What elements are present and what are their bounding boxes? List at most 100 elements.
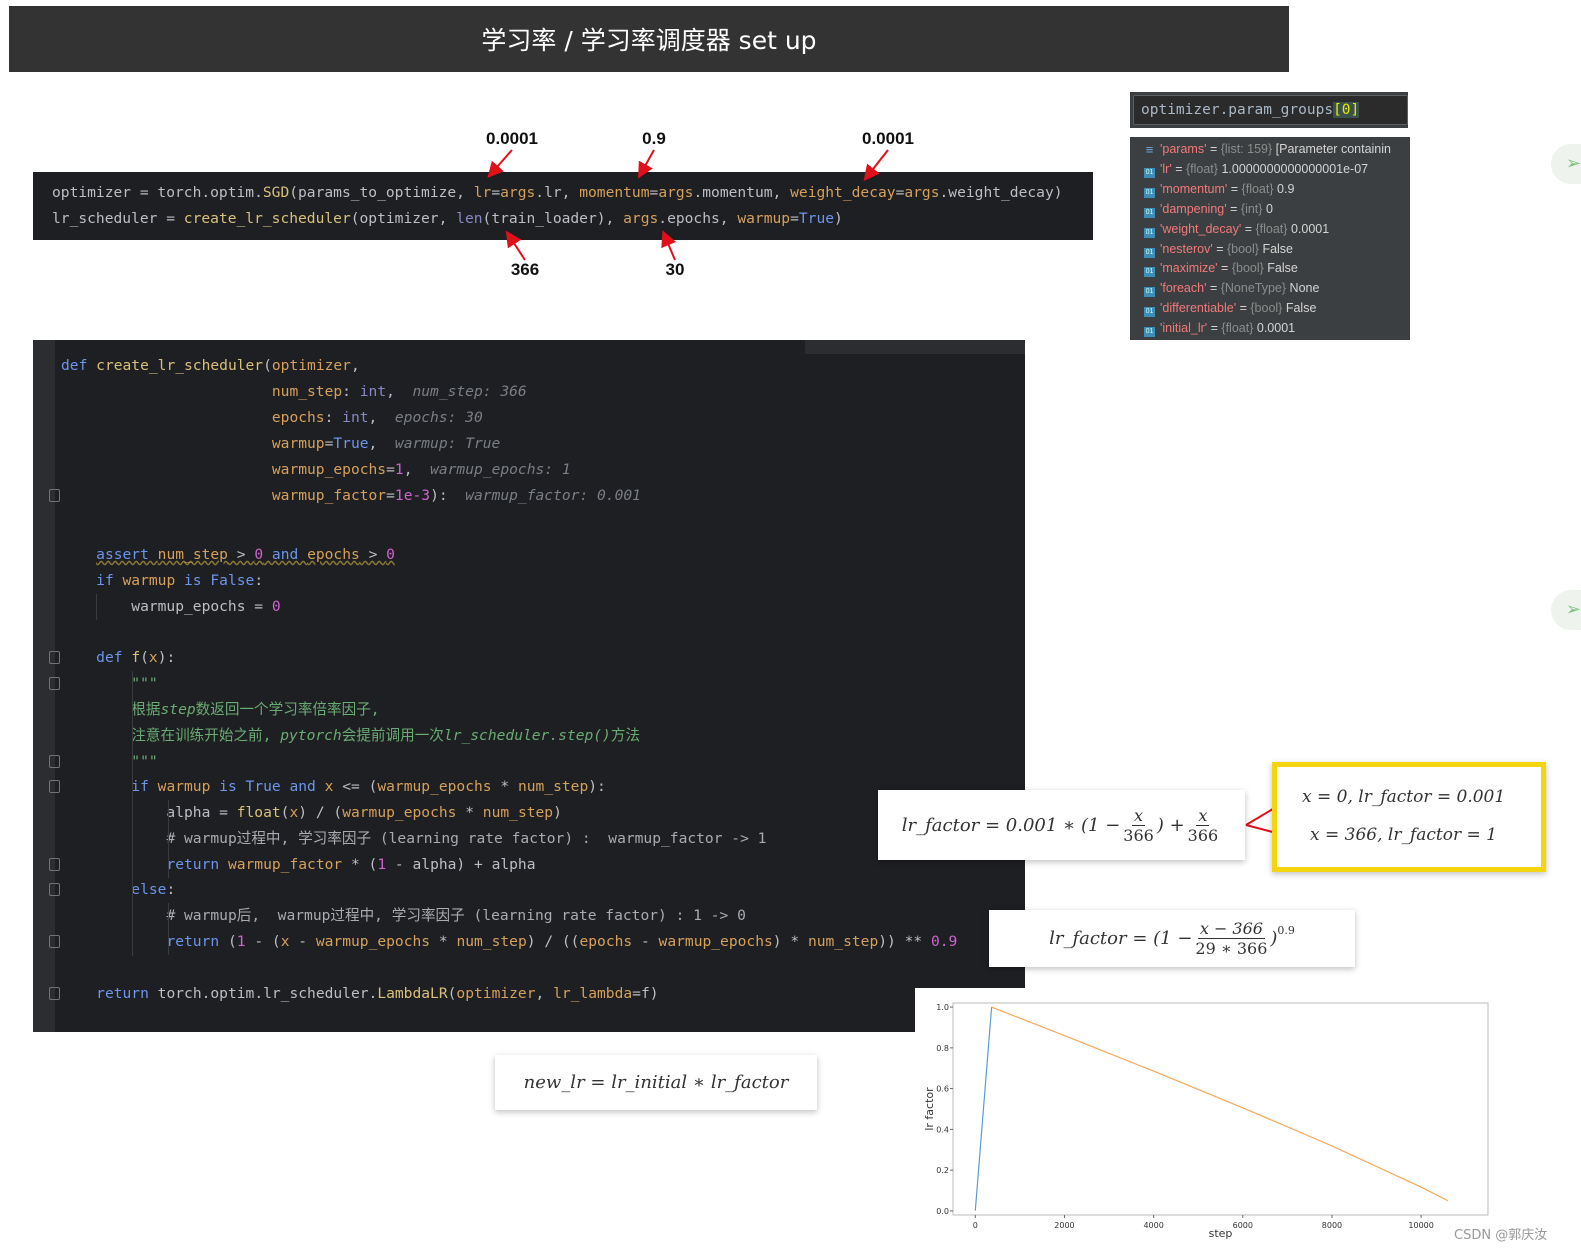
code-token: (	[263, 357, 272, 374]
y-tick-label: 0.0	[936, 1207, 949, 1216]
code-token: warmup	[271, 435, 325, 452]
debugger-variable-row[interactable]: 01'maximize' = {bool} False	[1144, 258, 1298, 278]
fold-marker-icon[interactable]	[49, 935, 60, 948]
variable-value: 0.9	[1277, 181, 1295, 196]
variable-key: 'dampening'	[1160, 201, 1227, 216]
code-token: return	[166, 933, 228, 950]
field-icon: 01	[1144, 307, 1155, 318]
formula-decay: lr_factor = (1 − x − 366 29 ∗ 366 ) 0.9	[989, 910, 1355, 967]
variable-key: 'weight_decay'	[1160, 221, 1242, 236]
debugger-variable-row[interactable]: ≡'params' = {list: 159} [Parameter conta…	[1144, 139, 1391, 159]
indent-guide	[96, 594, 97, 620]
numerator: x	[1196, 805, 1210, 826]
debugger-variable-row[interactable]: 01'dampening' = {int} 0	[1144, 199, 1273, 219]
field-icon: 01	[1144, 167, 1155, 178]
code-line: warmup_factor=1e-3): warmup_factor: 0.00…	[61, 483, 641, 509]
y-tick-label: 0.6	[936, 1085, 949, 1094]
code-token: ,	[403, 461, 431, 478]
formula-text: )	[1270, 928, 1278, 949]
code-token: is	[175, 572, 211, 589]
boundary-line-2: x = 366, lr_factor = 1	[1310, 825, 1497, 845]
variable-type: {float}	[1221, 321, 1254, 336]
code-token: warmup	[122, 572, 176, 589]
code-line: 注意在训练开始之前, pytorch会提前调用一次lr_scheduler.st…	[61, 723, 640, 749]
fold-marker-icon[interactable]	[49, 651, 60, 664]
variable-value: False	[1267, 261, 1298, 276]
code-token: optimizer	[271, 357, 351, 374]
variable-value: 0.0001	[1256, 321, 1296, 336]
variable-key: 'momentum'	[1160, 181, 1228, 196]
fold-marker-icon[interactable]	[49, 755, 60, 768]
code-token: warmup_epochs =	[61, 598, 272, 615]
indent-guide	[132, 671, 133, 956]
code-token: 0.9	[930, 933, 958, 950]
code-token: 0	[254, 546, 264, 563]
code-token: =	[386, 461, 395, 478]
debugger-variable-row[interactable]: 01'lr' = {float} 1.0000000000000001e-07	[1144, 159, 1368, 179]
code-line: warmup_epochs=1, warmup_epochs: 1	[61, 457, 571, 483]
code-token: f	[131, 649, 141, 666]
boundary-line-1: x = 0, lr_factor = 0.001	[1302, 787, 1506, 807]
debugger-variable-row[interactable]: 01'weight_decay' = {float} 0.0001	[1144, 219, 1329, 239]
code-token: int	[342, 409, 369, 426]
code-token: :	[324, 409, 343, 426]
formula-text: lr_factor = 0.001 ∗ (1 −	[901, 814, 1121, 836]
code-token: *	[491, 778, 518, 795]
fold-marker-icon[interactable]	[49, 883, 60, 896]
expression-input[interactable]: optimizer.param_groups[0]	[1133, 95, 1408, 125]
arrow-lr	[487, 149, 513, 179]
editor-tab-strip	[805, 340, 1025, 354]
code-token: return	[96, 985, 158, 1002]
code-token: 注意在训练开始之前,	[131, 727, 281, 744]
code-token: 会提前调用一次	[341, 727, 444, 744]
fold-marker-icon[interactable]	[49, 677, 60, 690]
variable-type: {float}	[1255, 221, 1288, 236]
code-token: else	[131, 881, 167, 898]
code-line: # warmup过程中, 学习率因子 (learning rate factor…	[61, 826, 766, 852]
code-line: warmup=True, warmup: True	[61, 431, 500, 457]
code-line: assert num_step > 0 and epochs > 0	[61, 542, 395, 568]
field-icon: 01	[1144, 327, 1155, 338]
x-tick-label: 0	[973, 1221, 978, 1230]
arrow-num-step	[505, 230, 526, 261]
code-token: 0	[386, 546, 395, 563]
code-line: def create_lr_scheduler(optimizer,	[61, 353, 360, 379]
code-token: pytorch	[280, 727, 342, 744]
debugger-variable-row[interactable]: 01'momentum' = {float} 0.9	[1144, 179, 1294, 199]
code-token: 数返回一个学习率倍率因子,	[195, 701, 380, 718]
variable-key: 'foreach'	[1160, 281, 1207, 296]
code-token: =	[386, 487, 395, 504]
fold-marker-icon[interactable]	[49, 489, 60, 502]
debugger-variable-row[interactable]: 01'differentiable' = {bool} False	[1144, 298, 1316, 318]
code-token: ,	[368, 409, 395, 426]
y-tick-label: 0.4	[936, 1125, 949, 1134]
list-icon: ≡	[1145, 142, 1154, 157]
code-token: num_step	[482, 804, 554, 821]
code-token: ,	[368, 435, 395, 452]
code-token: :	[166, 881, 176, 898]
fold-marker-icon[interactable]	[49, 987, 60, 1000]
code-token: warmup_factor	[271, 487, 387, 504]
variable-type: {int}	[1240, 201, 1263, 216]
code-token: return	[166, 856, 228, 873]
code-token: warmup_epochs	[658, 933, 773, 950]
fold-marker-icon[interactable]	[49, 780, 60, 793]
code-token: - alpha) + alpha	[386, 856, 536, 873]
debugger-variable-row[interactable]: 01'nesterov' = {bool} False	[1144, 239, 1293, 259]
formula-text: lr_factor = (1 −	[1049, 928, 1193, 949]
debugger-variable-row[interactable]: 01'initial_lr' = {float} 0.0001	[1144, 318, 1295, 338]
code-token: ,	[386, 383, 413, 400]
lr-factor-chart: 0 2000 4000 6000 8000 10000 0.0 0.2 0.4 0.6 0.8 1.0…	[915, 988, 1495, 1248]
code-token: ):	[588, 778, 606, 795]
variable-value: None	[1289, 281, 1320, 296]
fold-marker-icon[interactable]	[49, 858, 60, 871]
code-token: >	[359, 546, 387, 563]
debugger-variable-row[interactable]: 01'foreach' = {NoneType} None	[1144, 278, 1319, 298]
expression-index: [0]	[1333, 102, 1360, 118]
watermark: CSDN @郭庆汝	[1454, 1228, 1548, 1243]
